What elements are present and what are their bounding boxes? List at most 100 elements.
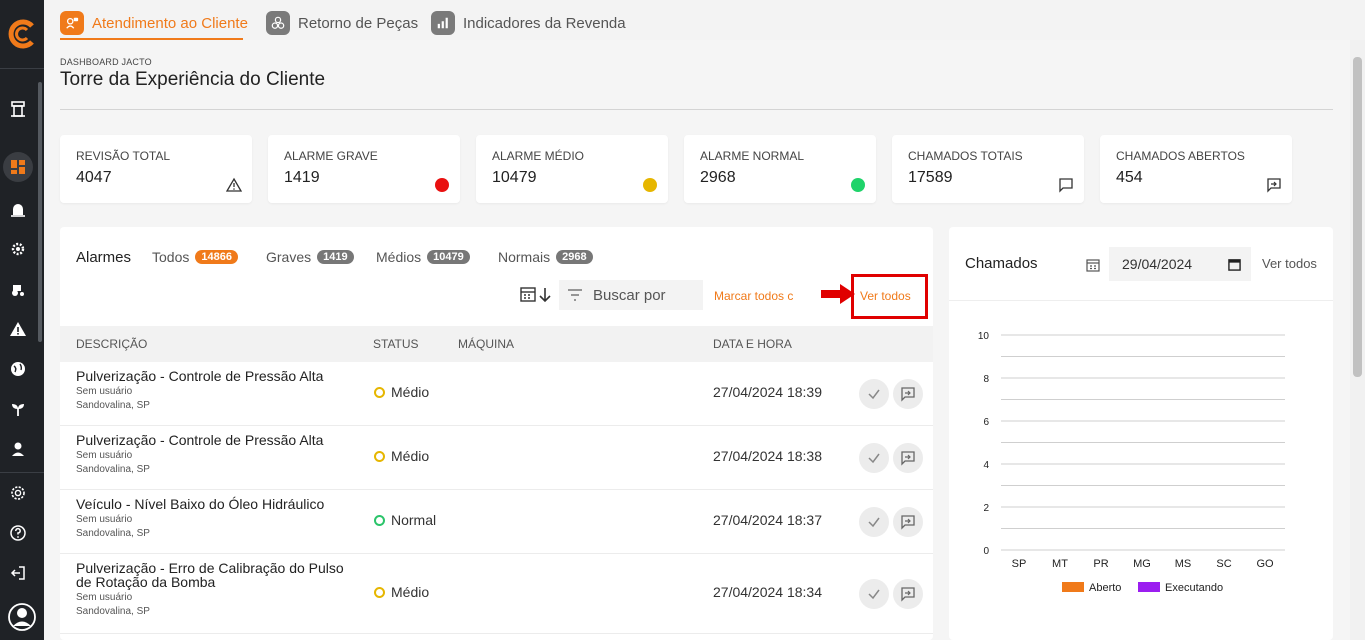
dashboard-icon[interactable] [7, 156, 29, 178]
table-row[interactable]: Pulverização - Controle de Pressão Alta … [60, 362, 933, 426]
tab-retorno-pecas[interactable]: Retorno de Peças [266, 7, 418, 39]
card-label: CHAMADOS TOTAIS [908, 149, 1023, 163]
chamados-divider [949, 300, 1333, 301]
column-header[interactable]: STATUS [373, 337, 419, 351]
globe-icon[interactable] [7, 358, 29, 380]
sidebar-divider-bottom [0, 472, 44, 473]
card-value: 454 [1116, 169, 1143, 186]
check-button[interactable] [859, 579, 889, 609]
alarm-datetime: 27/04/2024 18:39 [713, 384, 822, 400]
filter-medios[interactable]: Médios 10479 [376, 249, 470, 265]
status-label: Médio [391, 448, 430, 464]
filter-count-badge: 10479 [427, 250, 470, 264]
alarm-user: Sem usuário [76, 450, 133, 461]
sidebar-scrollbar[interactable] [38, 82, 42, 342]
sidebar-divider [0, 68, 44, 69]
date-value: 29/04/2024 [1122, 256, 1193, 272]
card-label: ALARME NORMAL [700, 149, 805, 163]
alarm-datetime: 27/04/2024 18:38 [713, 448, 822, 464]
tab-indicadores[interactable]: Indicadores da Revenda [431, 7, 626, 39]
chat-icon [1058, 177, 1074, 193]
status-label: Normal [391, 512, 437, 528]
alarm-datetime: 27/04/2024 18:37 [713, 512, 822, 528]
plant-icon[interactable] [7, 398, 29, 420]
tractor-icon[interactable] [7, 278, 29, 300]
filter-normais[interactable]: Normais 2968 [498, 249, 593, 265]
logout-icon[interactable] [7, 562, 29, 584]
alarm-location: Sandovalina, SP [76, 606, 150, 617]
chamados-title: Chamados [965, 255, 1038, 272]
table-header: DESCRIÇÃO STATUS MÁQUINA DATA E HORA [60, 326, 933, 362]
see-all-alarms-link[interactable]: Ver todos [860, 289, 911, 303]
user-avatar-icon[interactable] [5, 600, 39, 634]
alarm-icon[interactable] [7, 198, 29, 220]
column-header[interactable]: DATA E HORA [713, 337, 792, 351]
x-tick-label: GO [1256, 558, 1274, 570]
warning-icon[interactable] [7, 318, 29, 340]
card-alarme-medio: ALARME MÉDIO 10479 [476, 135, 668, 203]
table-row[interactable]: Veículo - Nível Baixo do Óleo Hidráulico… [60, 490, 933, 554]
alarm-description: Pulverização - Controle de Pressão Alta [76, 368, 324, 384]
customer-service-icon [60, 11, 84, 35]
table-row[interactable]: Pulverização - Controle de Pressão Alta … [60, 426, 933, 490]
alarm-location: Sandovalina, SP [76, 528, 150, 539]
tower-icon[interactable] [7, 98, 29, 120]
open-ticket-button[interactable] [893, 443, 923, 473]
y-tick-label: 0 [983, 546, 989, 557]
calendar-sort-icon[interactable] [520, 285, 554, 305]
open-ticket-button[interactable] [893, 579, 923, 609]
check-button[interactable] [859, 507, 889, 537]
column-header[interactable]: MÁQUINA [458, 337, 514, 351]
check-button[interactable] [859, 443, 889, 473]
green-dot-icon [850, 177, 866, 193]
gear-icon[interactable] [7, 482, 29, 504]
column-header[interactable]: DESCRIÇÃO [76, 337, 147, 351]
y-tick-label: 2 [983, 503, 989, 514]
search-placeholder: Buscar por [593, 286, 666, 304]
warning-icon [226, 177, 242, 193]
filter-lines-icon [568, 289, 582, 301]
page-scrollbar[interactable] [1350, 40, 1365, 640]
table-row[interactable]: Pulverização - Erro de Calibração do Pul… [60, 554, 933, 634]
calendar-icon[interactable] [1085, 257, 1101, 273]
parts-icon [266, 11, 290, 35]
settings-cog-icon[interactable] [7, 238, 29, 260]
alarm-user: Sem usuário [76, 514, 133, 525]
mark-all-link[interactable]: Marcar todos c [714, 289, 793, 303]
search-input[interactable]: Buscar por [559, 280, 703, 310]
status-badge: Médio [374, 448, 429, 464]
legend-label: Aberto [1089, 582, 1121, 594]
filter-todos[interactable]: Todos 14866 [152, 249, 238, 265]
calendar-picker-icon[interactable] [1228, 258, 1241, 271]
see-all-chamados-link[interactable]: Ver todos [1262, 256, 1317, 271]
check-button[interactable] [859, 379, 889, 409]
open-ticket-button[interactable] [893, 379, 923, 409]
check-icon [868, 589, 880, 600]
status-label: Médio [391, 384, 430, 400]
filter-graves[interactable]: Graves 1419 [266, 249, 354, 265]
open-chat-icon [1266, 177, 1282, 193]
jacto-logo-icon[interactable] [6, 18, 38, 50]
status-ring-icon [374, 586, 385, 598]
filter-count-badge: 1419 [317, 250, 354, 264]
open-ticket-button[interactable] [893, 507, 923, 537]
filter-label: Médios [376, 249, 422, 265]
title-divider [60, 109, 1333, 110]
tab-label: Atendimento ao Cliente [92, 14, 248, 32]
card-label: CHAMADOS ABERTOS [1116, 149, 1245, 163]
breadcrumb: DASHBOARD JACTO [60, 57, 152, 67]
x-tick-label: SC [1216, 558, 1231, 570]
help-icon[interactable] [7, 522, 29, 544]
scrollbar-thumb[interactable] [1353, 57, 1362, 377]
card-value: 1419 [284, 169, 320, 186]
check-icon [868, 453, 880, 464]
filter-label: Todos [152, 249, 190, 265]
date-input[interactable]: 29/04/2024 [1109, 247, 1251, 281]
card-value: 10479 [492, 169, 537, 186]
location-person-icon[interactable] [7, 438, 29, 460]
alarm-description: Pulverização - Controle de Pressão Alta [76, 432, 324, 448]
card-value: 4047 [76, 169, 112, 186]
red-dot-icon [434, 177, 450, 193]
status-ring-icon [374, 386, 385, 398]
tab-atendimento[interactable]: Atendimento ao Cliente [60, 7, 248, 39]
